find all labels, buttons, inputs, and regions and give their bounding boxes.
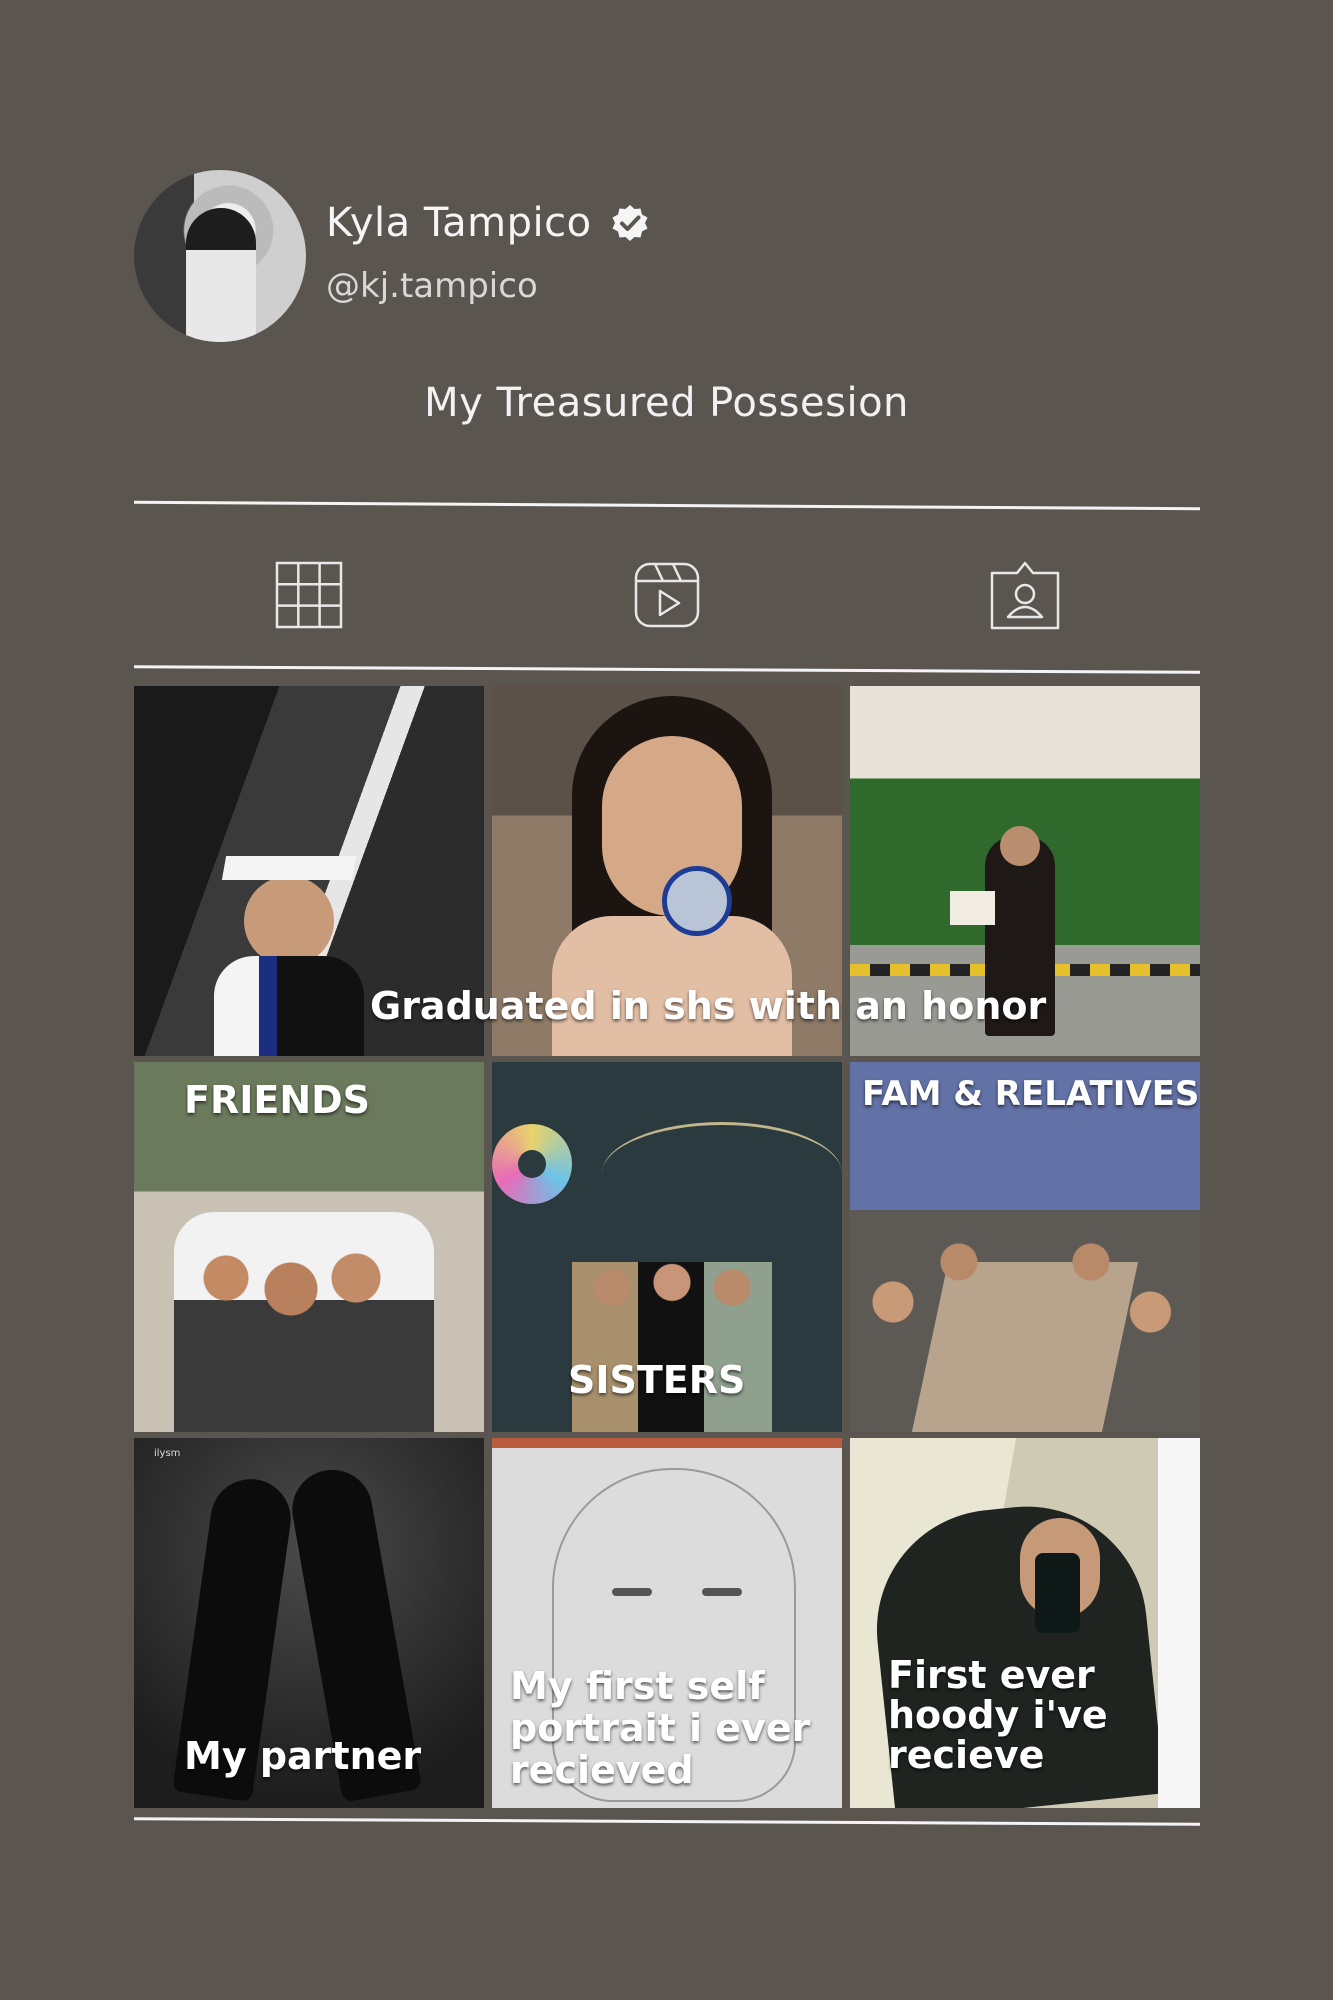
- post-sketch[interactable]: My first self portrait i ever recieved: [492, 1438, 842, 1808]
- post-label: First ever hoody i've recieve: [888, 1653, 1108, 1777]
- profile-bio: My Treasured Possesion: [424, 380, 909, 426]
- post-grid: FRIENDS SISTERS FAM & RELATIVES ilysm My…: [134, 686, 1200, 1808]
- profile-name: Kyla Tampico: [326, 200, 592, 246]
- corner-text: ilysm: [154, 1448, 181, 1459]
- post-family[interactable]: FAM & RELATIVES: [850, 1062, 1200, 1432]
- grid-icon: [275, 561, 343, 629]
- bottom-divider: [133, 1817, 1201, 1826]
- profile-header: Kyla Tampico @kj.tampico: [134, 170, 1204, 350]
- tab-grid[interactable]: [264, 550, 354, 640]
- post-label: My first self portrait i ever recieved: [510, 1664, 811, 1792]
- tab-tagged[interactable]: [980, 550, 1070, 640]
- verified-badge-icon: [612, 205, 648, 241]
- post-label: FRIENDS: [184, 1078, 371, 1122]
- avatar[interactable]: [134, 170, 306, 342]
- name-row: Kyla Tampico: [326, 200, 650, 246]
- profile-handle[interactable]: @kj.tampico: [326, 266, 538, 306]
- post-partner[interactable]: ilysm My partner: [134, 1438, 484, 1808]
- post-label: FAM & RELATIVES: [862, 1074, 1200, 1114]
- profile-tabs: [134, 540, 1200, 650]
- tab-reels[interactable]: [622, 550, 712, 640]
- row-caption: Graduated in shs with an honor: [370, 984, 1047, 1028]
- post-hoody[interactable]: First ever hoody i've recieve: [850, 1438, 1200, 1808]
- post-friends[interactable]: FRIENDS: [134, 1062, 484, 1432]
- tagged-icon: [990, 561, 1060, 630]
- post-label: SISTERS: [568, 1358, 746, 1402]
- reels-icon: [634, 562, 700, 628]
- post-sisters[interactable]: SISTERS: [492, 1062, 842, 1432]
- tabs-divider: [133, 665, 1201, 674]
- post-label: My partner: [184, 1734, 422, 1778]
- top-divider: [134, 500, 1200, 511]
